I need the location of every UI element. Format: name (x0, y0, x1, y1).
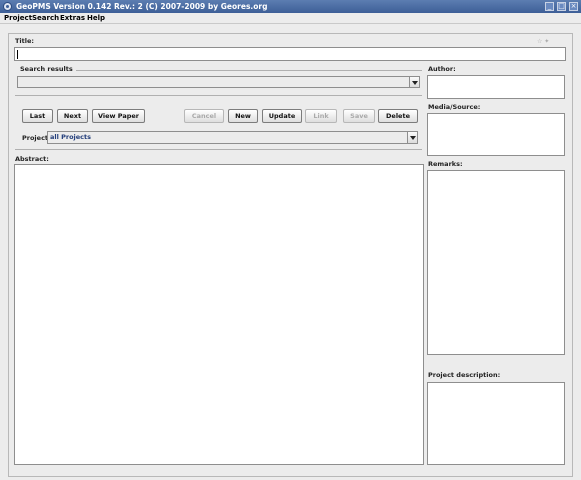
delete-button[interactable]: Delete (378, 109, 418, 123)
next-button[interactable]: Next (57, 109, 88, 123)
window-title: GeoPMS Version 0.142 Rev.: 2 (C) 2007-20… (16, 2, 268, 11)
search-results-divider (76, 70, 422, 71)
media-source-field[interactable] (427, 113, 565, 156)
minimize-button[interactable]: _ (545, 2, 554, 11)
author-field[interactable] (427, 75, 565, 99)
remarks-field[interactable] (427, 170, 565, 355)
last-button[interactable]: Last (22, 109, 53, 123)
link-button[interactable]: Link (305, 109, 337, 123)
maximize-button[interactable]: □ (557, 2, 566, 11)
chevron-down-icon[interactable] (407, 132, 417, 143)
menu-help[interactable]: Help (87, 14, 105, 22)
project-description-label: Project description: (428, 371, 501, 379)
author-label: Author: (428, 65, 456, 73)
new-button[interactable]: New (228, 109, 258, 123)
text-caret (17, 50, 18, 59)
title-label: Title: (15, 37, 35, 45)
abstract-label: Abstract: (15, 155, 49, 163)
chevron-down-icon[interactable] (409, 77, 419, 87)
title-hint-icons: ☆ ✦ (537, 38, 550, 45)
menu-search[interactable]: Search (32, 14, 59, 22)
menu-bar: Project Search Extras Help (0, 13, 581, 24)
project-dropdown[interactable]: all Projects (47, 131, 418, 144)
search-results-dropdown[interactable] (17, 76, 420, 88)
menu-project[interactable]: Project (4, 14, 32, 22)
close-button[interactable]: × (569, 2, 578, 11)
window-titlebar[interactable]: GeoPMS Version 0.142 Rev.: 2 (C) 2007-20… (0, 0, 581, 13)
search-results-label: Search results (20, 65, 73, 73)
remarks-label: Remarks: (428, 160, 463, 168)
save-button[interactable]: Save (343, 109, 375, 123)
view-paper-button[interactable]: View Paper (92, 109, 145, 123)
menu-extras[interactable]: Extras (60, 14, 85, 22)
media-source-label: Media/Source: (428, 103, 481, 111)
project-value: all Projects (50, 133, 92, 141)
main-panel: Title: ☆ ✦ Search results Last Next View… (0, 24, 581, 480)
app-icon (3, 2, 12, 11)
update-button[interactable]: Update (262, 109, 302, 123)
abstract-textarea[interactable] (14, 164, 424, 465)
title-input[interactable] (14, 47, 566, 61)
search-results-bottom-divider (15, 95, 422, 96)
cancel-button[interactable]: Cancel (184, 109, 224, 123)
project-divider (15, 149, 422, 150)
project-description-field[interactable] (427, 382, 565, 465)
